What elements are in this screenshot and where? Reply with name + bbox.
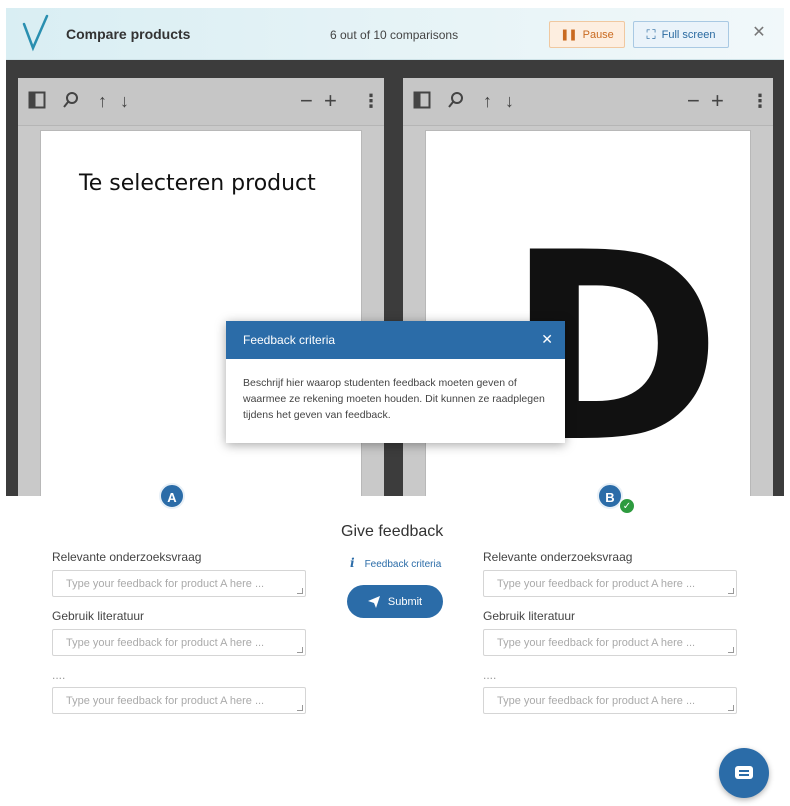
- feedback-input-a-1[interactable]: Type your feedback for product A here ..…: [52, 570, 306, 597]
- feedback-input-a-2[interactable]: Type your feedback for product A here ..…: [52, 629, 306, 656]
- criterion-label: ....: [52, 668, 66, 682]
- chat-icon: [735, 766, 753, 779]
- fullscreen-label: Full screen: [661, 28, 716, 41]
- feedback-criteria-dialog: Feedback criteria ✕ Beschrijf hier waaro…: [226, 321, 565, 443]
- fullscreen-icon: ⛶: [646, 26, 656, 42]
- zoom-out-icon[interactable]: −: [300, 90, 313, 112]
- more-options-icon[interactable]: ⋮: [362, 91, 380, 111]
- comparison-progress: 6 out of 10 comparisons: [330, 28, 459, 42]
- criterion-label: Gebruik literatuur: [52, 609, 145, 623]
- viewer-toolbar: ↑ ↓ − + ⋮: [18, 78, 384, 126]
- search-icon[interactable]: [447, 91, 465, 113]
- feedback-panel: A B ✓ Give feedback i Feedback criteria S…: [6, 483, 784, 806]
- pause-button[interactable]: ❚❚ Pause: [549, 21, 625, 48]
- sidebar-toggle-icon[interactable]: [28, 91, 46, 113]
- criterion-label: ....: [483, 668, 497, 682]
- dialog-title: Feedback criteria: [243, 333, 336, 347]
- fullscreen-button[interactable]: ⛶ Full screen: [633, 21, 729, 48]
- arrow-down-icon[interactable]: ↓: [505, 91, 514, 111]
- send-icon: [367, 595, 380, 608]
- page-title: Compare products: [66, 26, 191, 42]
- dialog-body: Beschrijf hier waarop studenten feedback…: [243, 377, 545, 421]
- top-bar: Compare products 6 out of 10 comparisons…: [6, 8, 784, 60]
- info-icon: i: [350, 556, 355, 570]
- close-icon[interactable]: ✕: [750, 24, 768, 42]
- product-a-badge: A: [159, 483, 185, 509]
- criterion-label: Gebruik literatuur: [483, 609, 576, 623]
- dialog-header: Feedback criteria ✕: [226, 321, 565, 359]
- submit-label: Submit: [387, 595, 423, 608]
- submit-button[interactable]: Submit: [347, 585, 443, 618]
- arrow-up-icon[interactable]: ↑: [98, 91, 107, 111]
- zoom-out-icon[interactable]: −: [687, 90, 700, 112]
- arrow-down-icon[interactable]: ↓: [120, 91, 129, 111]
- page-text: Te selecteren product: [79, 171, 316, 196]
- give-feedback-title: Give feedback: [341, 523, 444, 540]
- zoom-in-icon[interactable]: +: [324, 90, 337, 112]
- pause-icon: ❚❚: [560, 29, 577, 41]
- search-icon[interactable]: [62, 91, 80, 113]
- feedback-criteria-label: Feedback criteria: [364, 559, 442, 570]
- feedback-criteria-link[interactable]: i Feedback criteria: [350, 556, 441, 570]
- sidebar-toggle-icon[interactable]: [413, 91, 431, 113]
- chat-button[interactable]: [719, 748, 769, 798]
- feedback-input-b-3[interactable]: Type your feedback for product A here ..…: [483, 687, 737, 714]
- feedback-input-b-2[interactable]: Type your feedback for product A here ..…: [483, 629, 737, 656]
- check-icon: ✓: [619, 498, 635, 514]
- more-options-icon[interactable]: ⋮: [751, 91, 769, 111]
- zoom-in-icon[interactable]: +: [711, 90, 724, 112]
- viewer-toolbar: ↑ ↓ − + ⋮: [403, 78, 773, 126]
- criterion-label: Relevante onderzoeksvraag: [52, 550, 202, 564]
- logo-icon: [22, 14, 49, 52]
- feedback-input-a-3[interactable]: Type your feedback for product A here ..…: [52, 687, 306, 714]
- criterion-label: Relevante onderzoeksvraag: [483, 550, 633, 564]
- close-icon[interactable]: ✕: [541, 331, 553, 348]
- arrow-up-icon[interactable]: ↑: [483, 91, 492, 111]
- pause-label: Pause: [582, 28, 614, 41]
- feedback-input-b-1[interactable]: Type your feedback for product A here ..…: [483, 570, 737, 597]
